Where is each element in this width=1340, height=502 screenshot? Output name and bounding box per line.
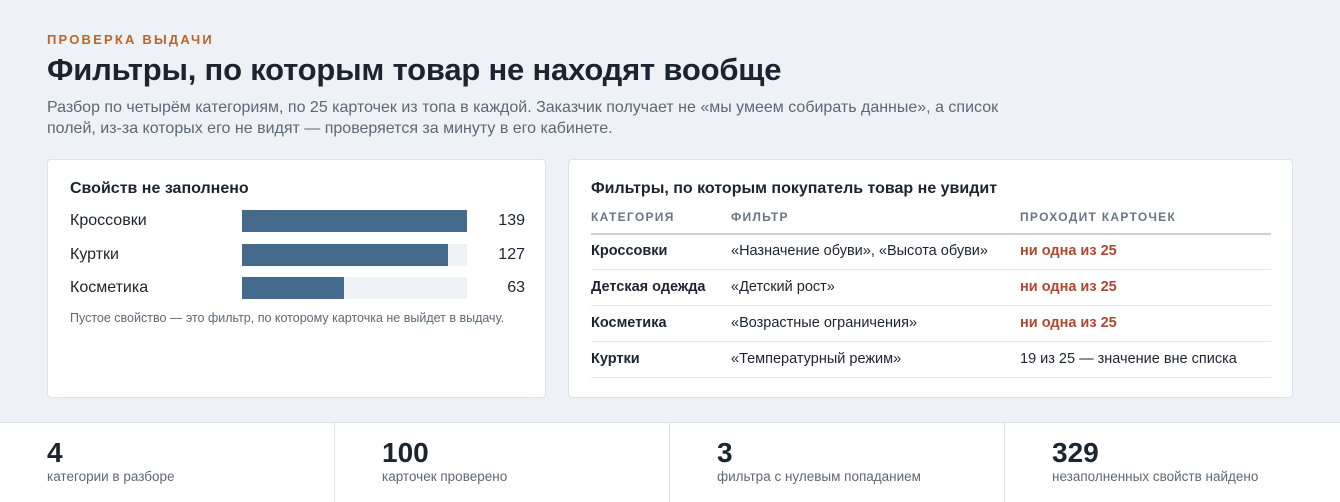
filters-table-card: Фильтры, по которым покупатель товар не … xyxy=(568,159,1293,398)
table-row: Куртки «Температурный режим» 19 из 25 — … xyxy=(591,342,1271,378)
bar-row-sneakers: Кроссовки 139 xyxy=(70,210,525,234)
summary-stats: 4 категории в разборе 100 карточек прове… xyxy=(0,422,1340,502)
missing-properties-note: Пустое свойство — это фильтр, по котором… xyxy=(70,311,505,325)
bar-track xyxy=(242,244,467,266)
table-row: Детская одежда «Детский рост» ни одна из… xyxy=(591,270,1271,306)
bar-value: 63 xyxy=(507,279,525,296)
stat-cards-checked: 100 карточек проверено xyxy=(335,423,670,502)
bar-value: 139 xyxy=(498,212,525,229)
bar-fill xyxy=(242,277,344,299)
page-eyebrow: ПРОВЕРКА ВЫДАЧИ xyxy=(47,32,214,47)
stat-value: 4 xyxy=(47,437,63,468)
bar-value: 127 xyxy=(498,246,525,263)
page-title: Фильтры, по которым товар не находят воо… xyxy=(47,52,782,87)
stat-zero-filters: 3 фильтра с нулевым попаданием xyxy=(670,423,1005,502)
column-header-category: КАТЕГОРИЯ xyxy=(591,210,675,224)
missing-properties-card: Свойств не заполнено Кроссовки 139 Куртк… xyxy=(47,159,546,398)
table-row: Косметика «Возрастные ограничения» ни од… xyxy=(591,306,1271,342)
bar-row-cosmetics: Косметика 63 xyxy=(70,277,525,301)
stat-value: 100 xyxy=(382,437,429,468)
row-result: ни одна из 25 xyxy=(1020,279,1117,295)
row-filter: «Детский рост» xyxy=(731,279,835,295)
row-result: 19 из 25 — значение вне списка xyxy=(1020,351,1237,367)
row-result: ни одна из 25 xyxy=(1020,315,1117,331)
missing-properties-title: Свойств не заполнено xyxy=(70,180,249,197)
stat-value: 329 xyxy=(1052,437,1099,468)
bar-row-jackets: Куртки 127 xyxy=(70,244,525,268)
row-category: Кроссовки xyxy=(591,243,668,259)
row-filter: «Температурный режим» xyxy=(731,351,902,367)
row-category: Детская одежда xyxy=(591,279,706,295)
bar-label: Косметика xyxy=(70,279,149,296)
bar-label: Куртки xyxy=(70,246,119,263)
row-filter: «Возрастные ограничения» xyxy=(731,315,918,331)
bar-label: Кроссовки xyxy=(70,212,147,229)
row-result: ни одна из 25 xyxy=(1020,243,1117,259)
row-category: Косметика xyxy=(591,315,667,331)
stat-label: категории в разборе xyxy=(47,469,175,484)
stat-categories: 4 категории в разборе xyxy=(0,423,335,502)
column-header-filter: ФИЛЬТР xyxy=(731,210,789,224)
bar-track xyxy=(242,277,467,299)
row-filter: «Назначение обуви», «Высота обуви» xyxy=(731,243,988,259)
bar-fill xyxy=(242,244,448,266)
bar-track xyxy=(242,210,467,232)
stat-label: незаполненных свойств найдено xyxy=(1052,469,1259,484)
bar-fill xyxy=(242,210,467,232)
filters-table-title: Фильтры, по которым покупатель товар не … xyxy=(591,180,998,197)
stat-label: фильтра с нулевым попаданием xyxy=(717,469,921,484)
page-subtitle: Разбор по четырём категориям, по 25 карт… xyxy=(47,99,999,137)
table-row: Кроссовки «Назначение обуви», «Высота об… xyxy=(591,234,1271,270)
stat-empty-properties: 329 незаполненных свойств найдено xyxy=(1005,423,1340,502)
stat-value: 3 xyxy=(717,437,733,468)
column-header-result: ПРОХОДИТ КАРТОЧЕК xyxy=(1020,210,1177,224)
row-category: Куртки xyxy=(591,351,640,367)
stat-label: карточек проверено xyxy=(382,469,508,484)
